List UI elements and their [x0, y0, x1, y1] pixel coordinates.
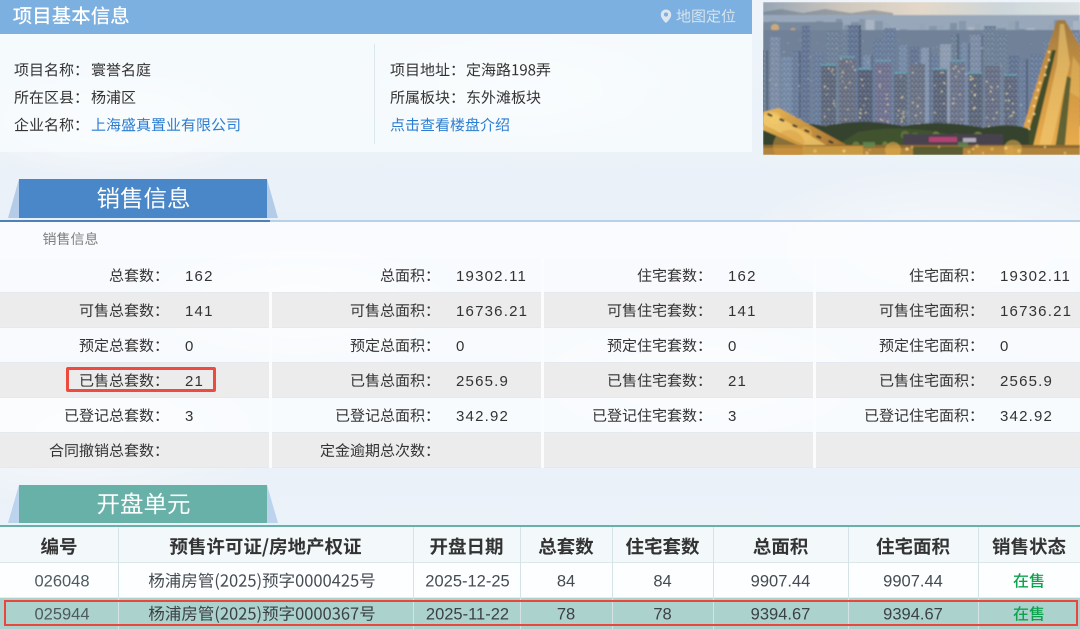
- svg-text:9394.67: 9394.67: [751, 606, 811, 624]
- svg-text:16736.21: 16736.21: [1000, 303, 1072, 320]
- svg-text:0: 0: [728, 338, 738, 355]
- svg-text:78: 78: [557, 606, 575, 624]
- svg-text:84: 84: [557, 573, 575, 591]
- svg-text:2565.9: 2565.9: [1000, 373, 1053, 390]
- svg-text:162: 162: [185, 268, 214, 285]
- svg-text:162: 162: [728, 268, 757, 285]
- svg-text:2025-11-22: 2025-11-22: [426, 606, 509, 624]
- svg-text:025944: 025944: [34, 606, 89, 624]
- svg-text:0: 0: [456, 338, 466, 355]
- svg-text:2025-12-25: 2025-12-25: [425, 573, 509, 591]
- svg-text:2565.9: 2565.9: [456, 373, 509, 390]
- svg-text:19302.11: 19302.11: [1000, 268, 1071, 285]
- svg-text:3: 3: [728, 408, 738, 425]
- svg-text:9907.44: 9907.44: [751, 573, 811, 591]
- svg-text:0: 0: [1000, 338, 1010, 355]
- svg-text:342.92: 342.92: [456, 408, 509, 425]
- svg-text:141: 141: [185, 303, 214, 320]
- svg-text:141: 141: [728, 303, 757, 320]
- svg-text:16736.21: 16736.21: [456, 303, 528, 320]
- svg-text:84: 84: [653, 573, 671, 591]
- svg-text:026048: 026048: [34, 573, 89, 591]
- svg-text:9907.44: 9907.44: [883, 573, 943, 591]
- svg-text:3: 3: [185, 408, 195, 425]
- svg-text:19302.11: 19302.11: [456, 268, 527, 285]
- svg-text:342.92: 342.92: [1000, 408, 1053, 425]
- svg-text:9394.67: 9394.67: [883, 606, 943, 624]
- svg-text:0: 0: [185, 338, 195, 355]
- svg-text:78: 78: [653, 606, 671, 624]
- svg-text:21: 21: [185, 373, 204, 390]
- svg-text:21: 21: [728, 373, 747, 390]
